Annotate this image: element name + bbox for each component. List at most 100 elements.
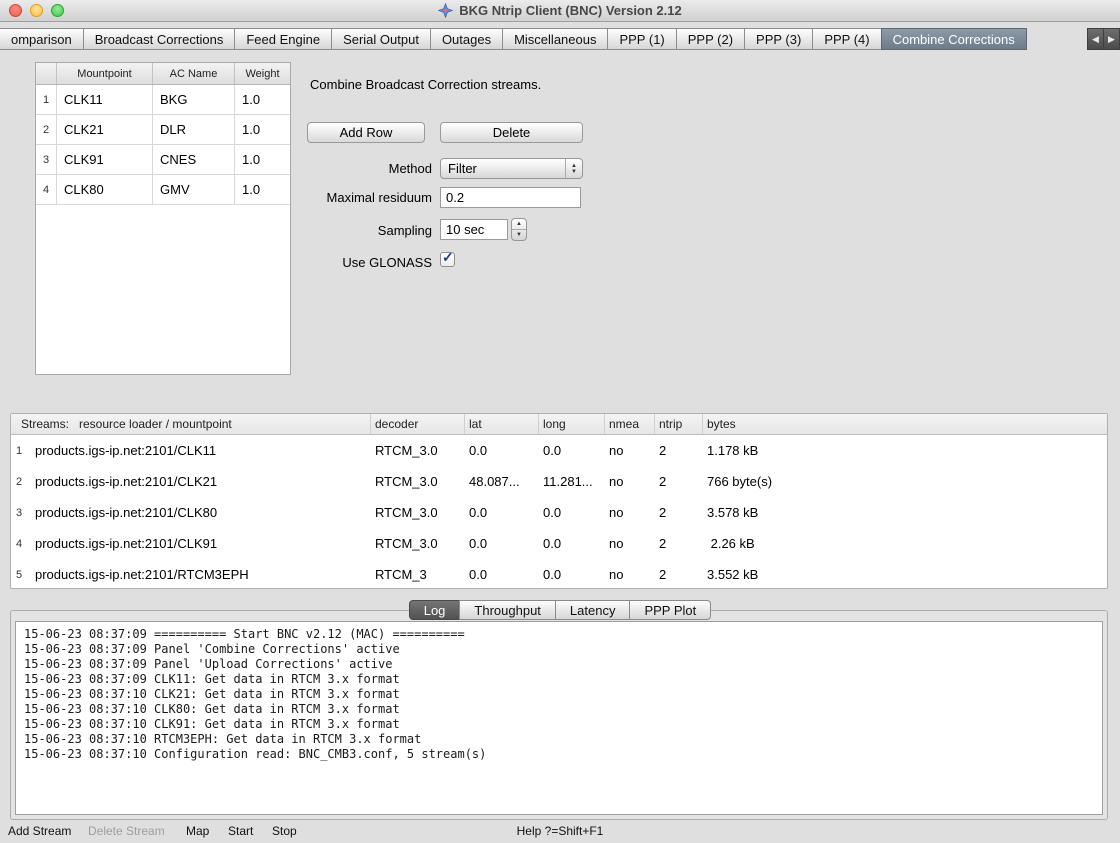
tab-throughput[interactable]: Throughput	[459, 600, 556, 620]
cell-mountpoint[interactable]: CLK91	[57, 145, 153, 174]
tab-outages[interactable]: Outages	[430, 28, 503, 50]
log-line: 15-06-23 08:37:10 CLK91: Get data in RTC…	[24, 717, 1094, 732]
col-weight: Weight	[235, 63, 290, 84]
cell-nmea: no	[605, 559, 655, 589]
row-number: 1	[11, 435, 27, 466]
col-long: long	[539, 414, 605, 434]
maximal-residuum-input[interactable]: 0.2	[440, 187, 581, 208]
window-title: BKG Ntrip Client (BNC) Version 2.12	[459, 3, 681, 18]
add-row-button[interactable]: Add Row	[307, 122, 425, 143]
col-streams: Streams: resource loader / mountpoint	[11, 414, 371, 434]
cell-weight[interactable]: 1.0	[235, 85, 290, 114]
combobox-arrows-icon: ▲ ▼	[565, 159, 582, 178]
cell-mountpoint[interactable]: CLK21	[57, 115, 153, 144]
tab-scroll-right-icon[interactable]: ▶	[1103, 28, 1120, 50]
minimize-button[interactable]	[30, 4, 43, 17]
tab-broadcast-corrections[interactable]: Broadcast Corrections	[83, 28, 236, 50]
tab-log[interactable]: Log	[409, 600, 461, 620]
log-line: 15-06-23 08:37:10 CLK80: Get data in RTC…	[24, 702, 1094, 717]
stream-row[interactable]: 4 products.igs-ip.net:2101/CLK91 RTCM_3.…	[11, 528, 1107, 559]
col-decoder: decoder	[371, 414, 465, 434]
stream-row[interactable]: 2 products.igs-ip.net:2101/CLK21 RTCM_3.…	[11, 466, 1107, 497]
arrow-down-icon: ▼	[571, 169, 577, 175]
cell-nmea: no	[605, 466, 655, 497]
cell-mountpoint[interactable]: CLK11	[57, 85, 153, 114]
cell-ac-name[interactable]: BKG	[153, 85, 235, 114]
cell-ntrip: 2	[655, 559, 703, 589]
cell-weight[interactable]: 1.0	[235, 115, 290, 144]
close-button[interactable]	[9, 4, 22, 17]
cell-mountpoint[interactable]: products.igs-ip.net:2101/CLK21	[27, 466, 371, 497]
use-glonass-checkbox[interactable]: ✓	[440, 252, 455, 267]
method-select[interactable]: Filter ▲ ▼	[440, 158, 583, 179]
table-row[interactable]: 2 CLK21 DLR 1.0	[36, 115, 290, 145]
title-wrap: BKG Ntrip Client (BNC) Version 2.12	[438, 3, 681, 18]
cell-long: 0.0	[539, 559, 605, 589]
main-tab-bar: omparison Broadcast Corrections Feed Eng…	[0, 28, 1120, 50]
stream-row[interactable]: 5 products.igs-ip.net:2101/RTCM3EPH RTCM…	[11, 559, 1107, 589]
sampling-stepper[interactable]: ▲ ▼	[511, 218, 527, 241]
log-line: 15-06-23 08:37:09 CLK11: Get data in RTC…	[24, 672, 1094, 687]
col-ac-name: AC Name	[153, 63, 235, 84]
cell-ac-name[interactable]: GMV	[153, 175, 235, 204]
col-lat: lat	[465, 414, 539, 434]
tab-feed-engine[interactable]: Feed Engine	[234, 28, 332, 50]
zoom-button[interactable]	[51, 4, 64, 17]
tab-serial-output[interactable]: Serial Output	[331, 28, 431, 50]
cell-nmea: no	[605, 497, 655, 528]
combine-table[interactable]: Mountpoint AC Name Weight 1 CLK11 BKG 1.…	[35, 62, 291, 375]
streams-table[interactable]: Streams: resource loader / mountpoint de…	[10, 413, 1108, 589]
cell-ac-name[interactable]: DLR	[153, 115, 235, 144]
log-output[interactable]: 15-06-23 08:37:09 ========== Start BNC v…	[15, 621, 1103, 815]
log-line: 15-06-23 08:37:09 ========== Start BNC v…	[24, 627, 1094, 642]
cell-decoder: RTCM_3.0	[371, 528, 465, 559]
delete-button[interactable]: Delete	[440, 122, 583, 143]
stepper-down-icon[interactable]: ▼	[512, 230, 526, 240]
stream-row[interactable]: 1 products.igs-ip.net:2101/CLK11 RTCM_3.…	[11, 435, 1107, 466]
tab-scroll-left-icon[interactable]: ◀	[1087, 28, 1104, 50]
col-nmea: nmea	[605, 414, 655, 434]
tab-comparison[interactable]: omparison	[0, 28, 84, 50]
cell-ntrip: 2	[655, 497, 703, 528]
tab-ppp-2[interactable]: PPP (2)	[676, 28, 745, 50]
cell-ntrip: 2	[655, 466, 703, 497]
cell-mountpoint[interactable]: products.igs-ip.net:2101/CLK80	[27, 497, 371, 528]
method-label: Method	[250, 161, 432, 176]
tab-ppp-4[interactable]: PPP (4)	[812, 28, 881, 50]
tab-ppp-plot[interactable]: PPP Plot	[629, 600, 711, 620]
cell-lat: 0.0	[465, 528, 539, 559]
panel-description: Combine Broadcast Correction streams.	[310, 77, 541, 92]
log-line: 15-06-23 08:37:09 Panel 'Combine Correct…	[24, 642, 1094, 657]
cell-bytes: 766 byte(s)	[703, 466, 1107, 497]
cell-mountpoint[interactable]: CLK80	[57, 175, 153, 204]
app-icon	[438, 3, 453, 18]
row-number: 2	[36, 115, 57, 144]
cell-ntrip: 2	[655, 435, 703, 466]
row-number: 3	[11, 497, 27, 528]
stepper-up-icon[interactable]: ▲	[512, 219, 526, 230]
stream-row[interactable]: 3 products.igs-ip.net:2101/CLK80 RTCM_3.…	[11, 497, 1107, 528]
tab-ppp-1[interactable]: PPP (1)	[607, 28, 676, 50]
cell-decoder: RTCM_3	[371, 559, 465, 589]
cell-mountpoint[interactable]: products.igs-ip.net:2101/CLK11	[27, 435, 371, 466]
col-bytes: bytes	[703, 414, 1107, 434]
cell-mountpoint[interactable]: products.igs-ip.net:2101/RTCM3EPH	[27, 559, 371, 589]
cell-ac-name[interactable]: CNES	[153, 145, 235, 174]
check-icon: ✓	[442, 249, 454, 266]
tab-combine-corrections[interactable]: Combine Corrections	[881, 28, 1027, 50]
tab-miscellaneous[interactable]: Miscellaneous	[502, 28, 608, 50]
cell-long: 11.281...	[539, 466, 605, 497]
cell-ntrip: 2	[655, 528, 703, 559]
log-line: 15-06-23 08:37:10 CLK21: Get data in RTC…	[24, 687, 1094, 702]
row-number: 4	[11, 528, 27, 559]
title-bar[interactable]: BKG Ntrip Client (BNC) Version 2.12	[0, 0, 1120, 22]
sampling-input[interactable]: 10 sec	[440, 219, 508, 240]
cell-mountpoint[interactable]: products.igs-ip.net:2101/CLK91	[27, 528, 371, 559]
row-number: 4	[36, 175, 57, 204]
tab-ppp-3[interactable]: PPP (3)	[744, 28, 813, 50]
cell-lat: 0.0	[465, 497, 539, 528]
cell-lat: 0.0	[465, 435, 539, 466]
bottom-tab-bar: Log Throughput Latency PPP Plot	[0, 600, 1120, 620]
table-row[interactable]: 1 CLK11 BKG 1.0	[36, 85, 290, 115]
tab-latency[interactable]: Latency	[555, 600, 631, 620]
